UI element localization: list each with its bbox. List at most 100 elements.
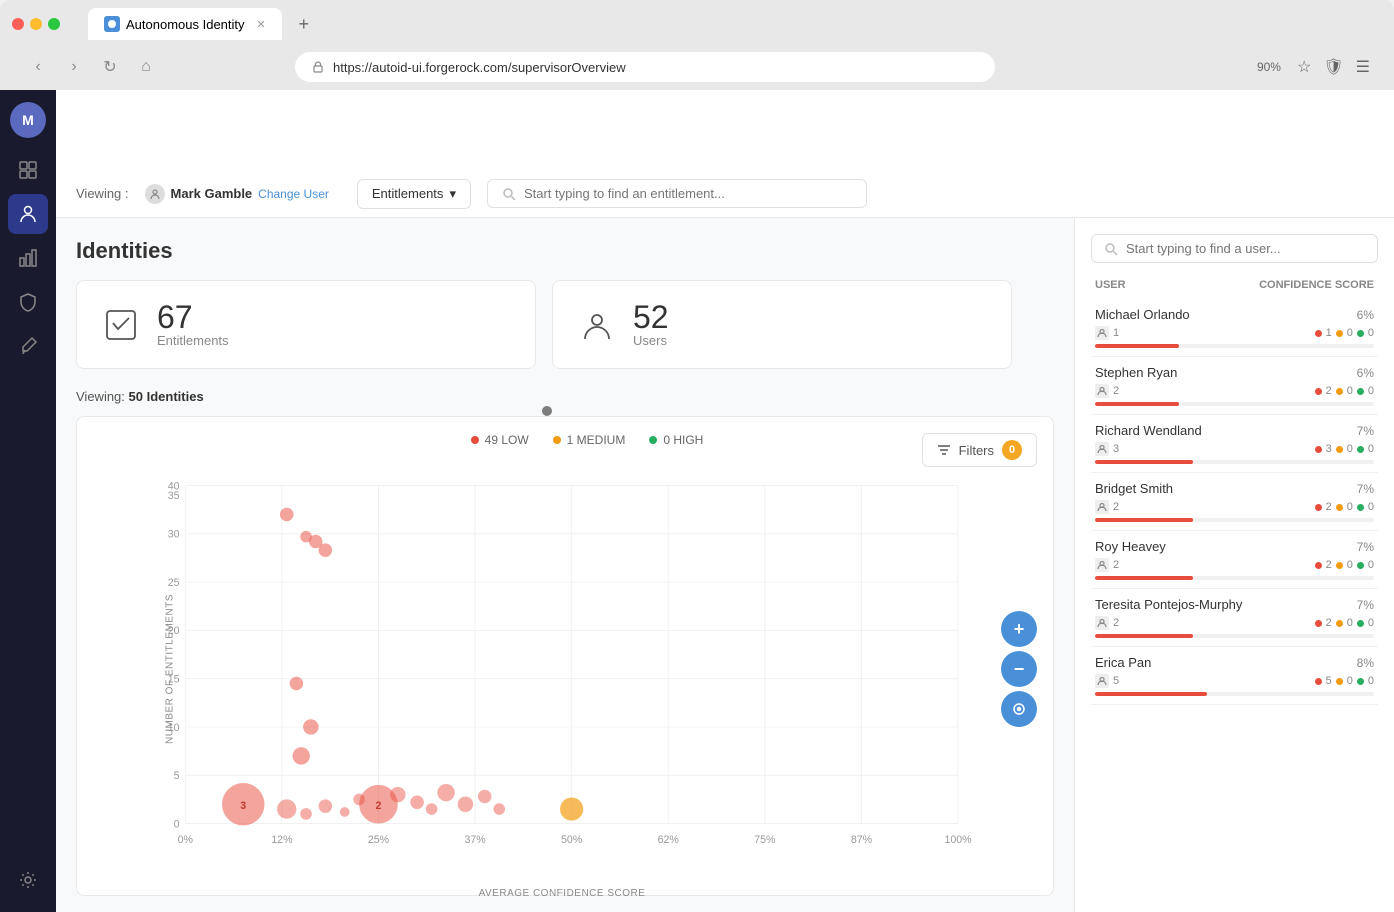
user-score: 7%: [1357, 482, 1374, 496]
users-label: Users: [633, 333, 669, 348]
minimize-button[interactable]: [30, 18, 42, 30]
zoom-reset-icon: [1011, 701, 1027, 717]
user-row[interactable]: Roy Heavey 7% 2 2 0 0: [1091, 531, 1378, 589]
search-icon: [502, 187, 516, 201]
chart-icon: [18, 248, 38, 268]
reload-button[interactable]: ↻: [96, 53, 124, 81]
maximize-button[interactable]: [48, 18, 60, 30]
entitlements-dropdown[interactable]: Entitlements ▾: [357, 179, 471, 209]
search-entitlement-input[interactable]: [524, 186, 852, 201]
svg-text:40: 40: [168, 480, 180, 492]
sidebar-item-identity[interactable]: [8, 194, 48, 234]
dot-orange: [1336, 562, 1343, 569]
chevron-down-icon: ▾: [449, 186, 456, 202]
user-row[interactable]: Erica Pan 8% 5 5 0 0: [1091, 647, 1378, 705]
progress-bar-fill: [1095, 460, 1193, 464]
user-row[interactable]: Michael Orlando 6% 1 1 0 0: [1091, 299, 1378, 357]
dot-orange: [1336, 330, 1343, 337]
sidebar-item-shield[interactable]: [8, 282, 48, 322]
chart-area: NUMBER OF ENTITLEMENTS: [137, 459, 1037, 879]
content-area: Identities 67 Entitlements: [56, 218, 1074, 912]
user-icon-count: 2: [1113, 385, 1119, 397]
grid-icon: [18, 160, 38, 180]
bookmark-icon[interactable]: ☆: [1297, 57, 1311, 77]
zoom-level: 90%: [1257, 60, 1281, 74]
dot-green: [1357, 504, 1364, 511]
new-tab-button[interactable]: +: [290, 10, 318, 38]
col-header-score: Confidence Score: [1259, 279, 1374, 291]
dot-red: [1315, 388, 1322, 395]
tab-close-button[interactable]: ✕: [257, 18, 266, 31]
dot-green: [1357, 562, 1364, 569]
user-row[interactable]: Bridget Smith 7% 2 2 0 0: [1091, 473, 1378, 531]
dot-red: [1315, 504, 1322, 511]
zoom-out-button[interactable]: −: [1001, 651, 1037, 687]
close-button[interactable]: [12, 18, 24, 30]
change-user-link[interactable]: Change User: [258, 187, 329, 201]
user-name: Michael Orlando: [1095, 307, 1190, 322]
url-display: https://autoid-ui.forgerock.com/supervis…: [333, 60, 979, 75]
user-row[interactable]: Stephen Ryan 6% 2 2 0 0: [1091, 357, 1378, 415]
search-user-icon: [1104, 242, 1118, 256]
sidebar: M: [0, 90, 56, 912]
dot-red: [1315, 446, 1322, 453]
user-row[interactable]: Richard Wendland 7% 3 3 0 0: [1091, 415, 1378, 473]
user-score: 7%: [1357, 598, 1374, 612]
y-axis-label: NUMBER OF ENTITLEMENTS: [164, 594, 175, 744]
sidebar-item-brush[interactable]: [8, 326, 48, 366]
user-name: Erica Pan: [1095, 655, 1151, 670]
progress-bar: [1095, 692, 1374, 696]
user-score: 6%: [1357, 366, 1374, 380]
sidebar-item-dashboard[interactable]: [8, 150, 48, 190]
menu-icon[interactable]: ☰: [1356, 57, 1370, 77]
forward-button[interactable]: ›: [60, 53, 88, 81]
legend-high: 0 HIGH: [649, 433, 703, 447]
svg-text:3: 3: [240, 800, 246, 812]
dot-orange: [1336, 446, 1343, 453]
entitlements-label: Entitlements: [157, 333, 229, 348]
dot-green: [1357, 330, 1364, 337]
col-header-user: User: [1095, 279, 1126, 291]
filters-label: Filters: [959, 443, 994, 458]
sidebar-item-chart[interactable]: [8, 238, 48, 278]
svg-text:5: 5: [174, 770, 180, 782]
search-entitlement-box[interactable]: [487, 179, 867, 208]
dot-red: [1315, 620, 1322, 627]
x-axis-label: AVERAGE CONFIDENCE SCORE: [137, 888, 987, 899]
progress-bar-fill: [1095, 576, 1193, 580]
browser-tab[interactable]: Autonomous Identity ✕: [88, 8, 282, 40]
svg-text:87%: 87%: [851, 834, 873, 846]
back-button[interactable]: ‹: [24, 53, 52, 81]
svg-text:37%: 37%: [464, 834, 486, 846]
users-stat-card: 52 Users: [552, 280, 1012, 369]
user-icon-count: 2: [1113, 559, 1119, 571]
address-bar[interactable]: https://autoid-ui.forgerock.com/supervis…: [295, 52, 995, 82]
main-content: Identities 67 Entitlements: [56, 218, 1394, 912]
entitlements-stat-card: 67 Entitlements: [76, 280, 536, 369]
shield-icon: [18, 292, 38, 312]
progress-bar: [1095, 634, 1374, 638]
entitlements-label: Entitlements: [372, 186, 444, 201]
dot-red: [1315, 330, 1322, 337]
legend-dot-high: [649, 436, 657, 444]
search-user-input[interactable]: [1126, 241, 1365, 256]
legend-medium: 1 MEDIUM: [553, 433, 626, 447]
user-icon-count: 3: [1113, 443, 1119, 455]
user-score: 7%: [1357, 540, 1374, 554]
user-icon-xs: [1095, 616, 1109, 630]
avatar[interactable]: M: [10, 102, 46, 138]
home-button[interactable]: ⌂: [132, 53, 160, 81]
user-icon-count: 2: [1113, 501, 1119, 513]
search-user-box[interactable]: [1091, 234, 1378, 263]
svg-text:0%: 0%: [178, 834, 194, 846]
sidebar-item-settings[interactable]: [8, 860, 48, 900]
svg-text:25%: 25%: [368, 834, 390, 846]
legend-dot-medium: [553, 436, 561, 444]
zoom-in-button[interactable]: +: [1001, 611, 1037, 647]
right-panel: User Confidence Score Michael Orlando 6%…: [1074, 218, 1394, 912]
progress-bar-fill: [1095, 692, 1207, 696]
user-row[interactable]: Teresita Pontejos-Murphy 7% 2 2 0 0: [1091, 589, 1378, 647]
user-score: 6%: [1357, 308, 1374, 322]
zoom-reset-button[interactable]: [1001, 691, 1037, 727]
user-name: Bridget Smith: [1095, 481, 1173, 496]
